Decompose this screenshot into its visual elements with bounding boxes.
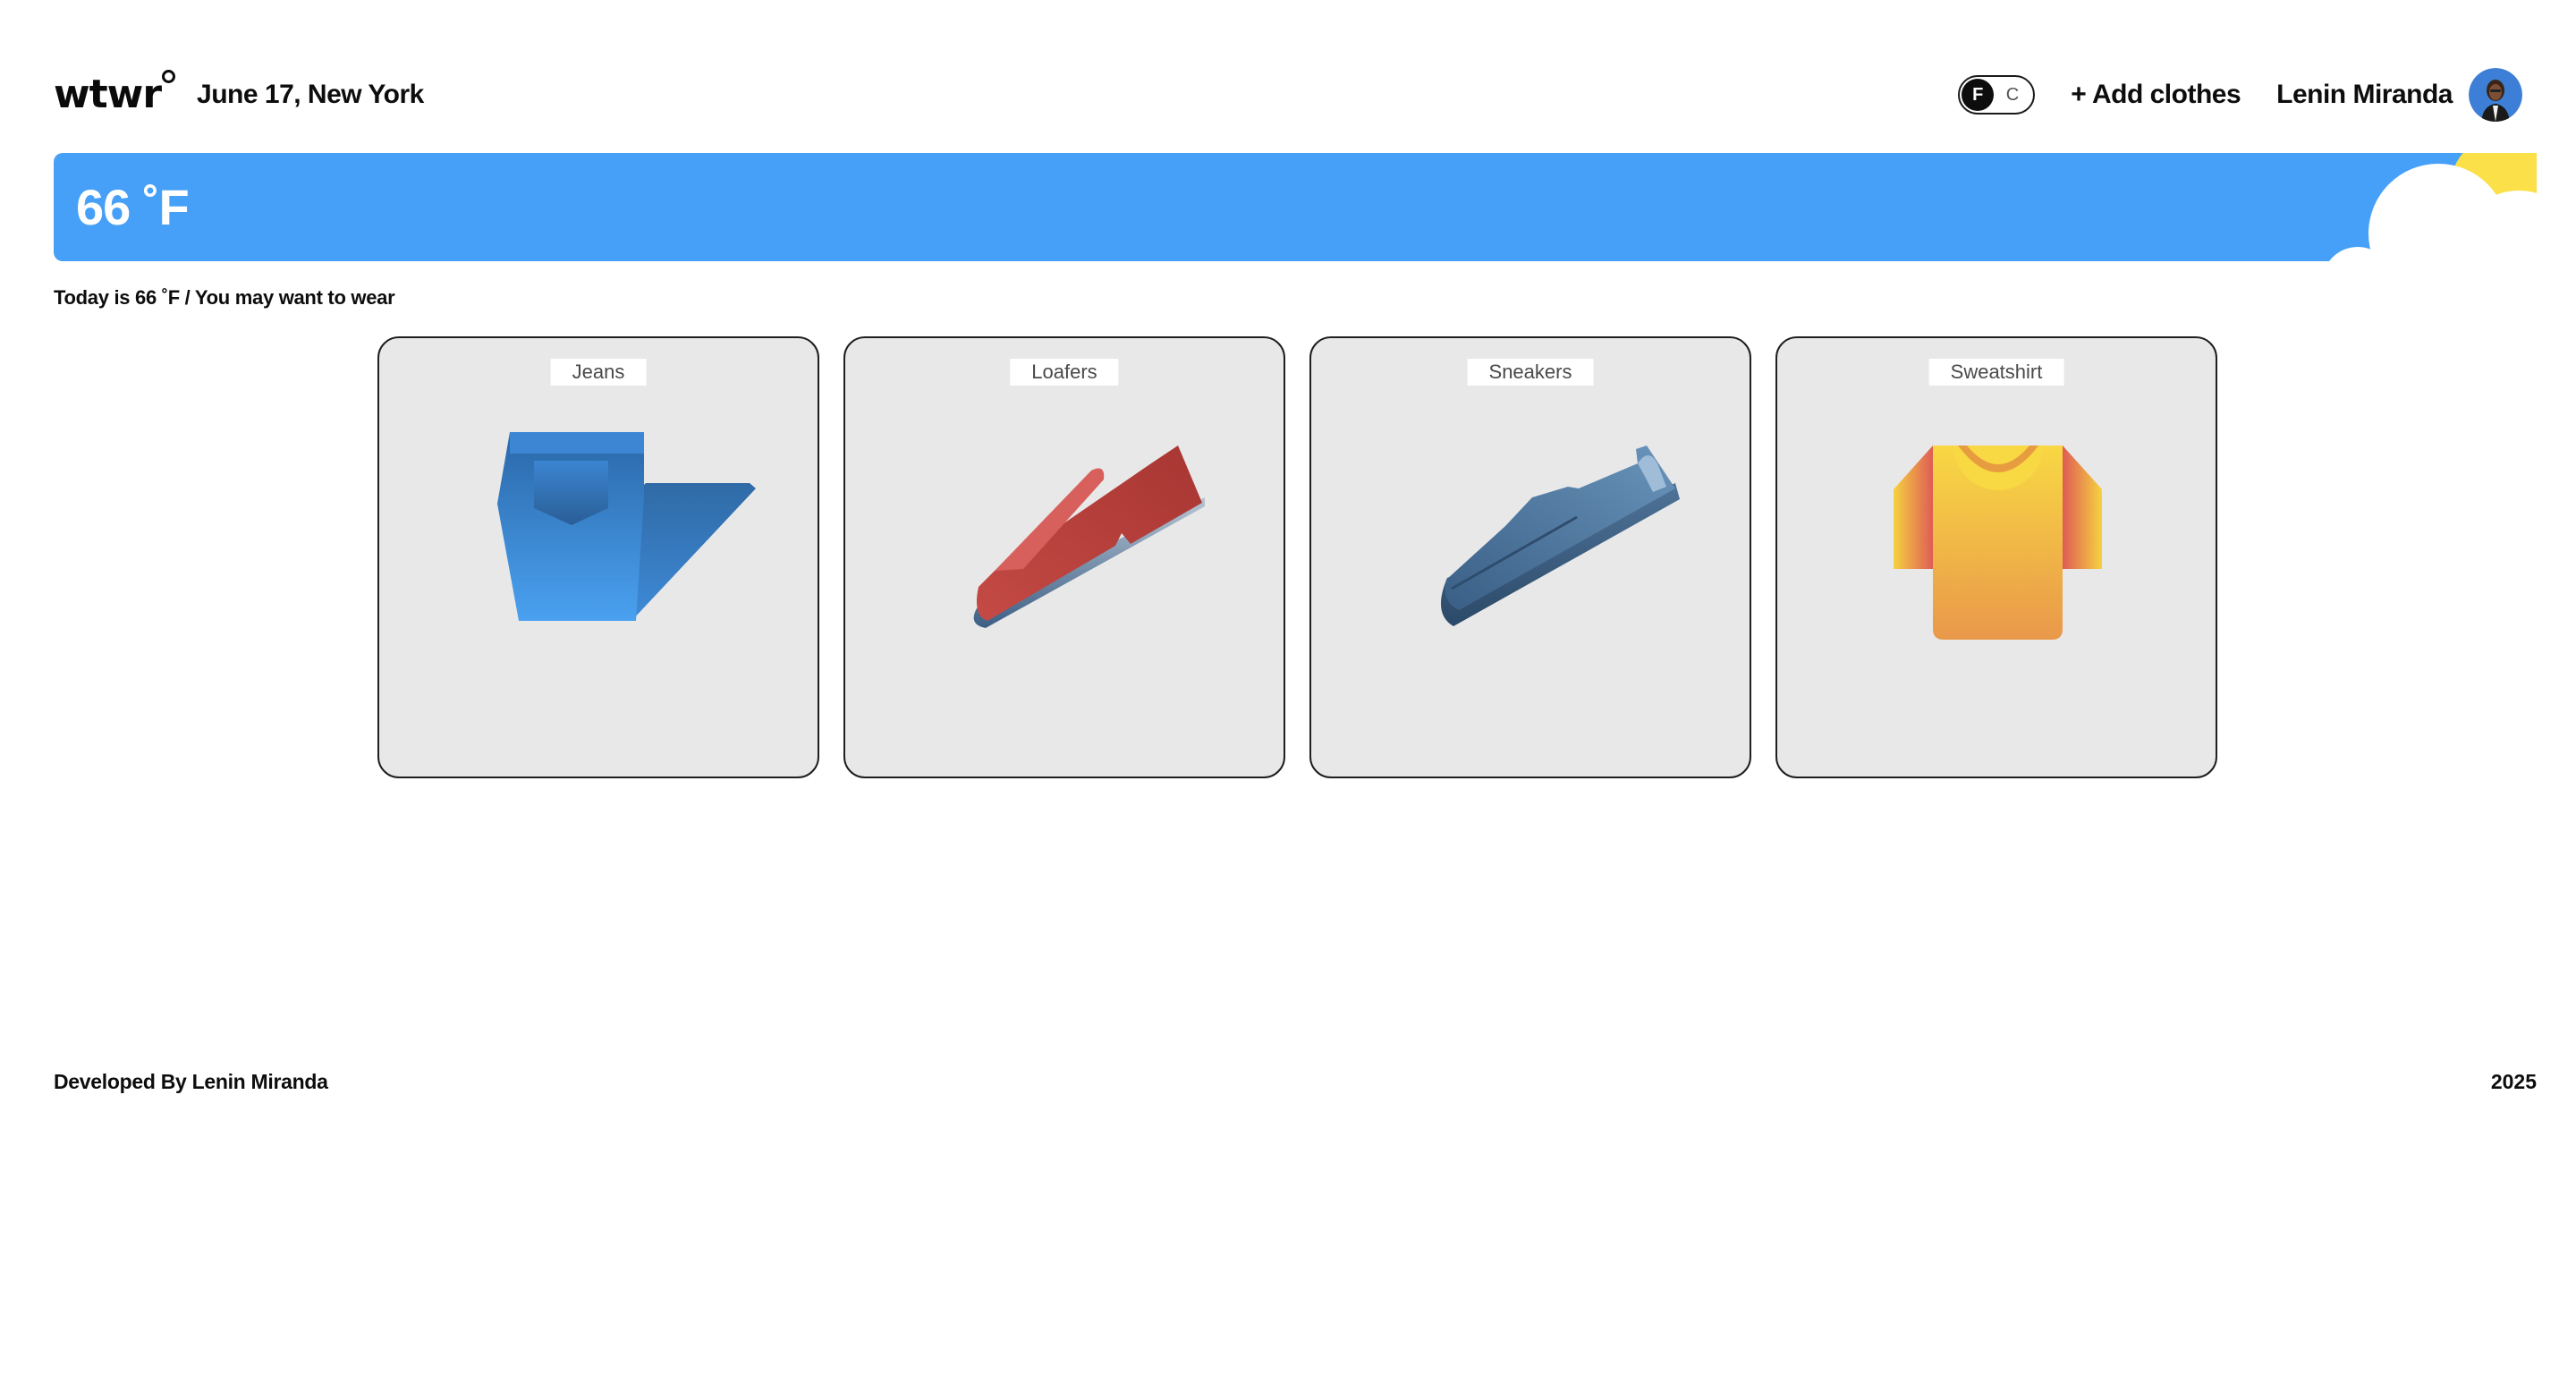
footer-year: 2025 xyxy=(2490,1070,2537,1093)
card-label: Sweatshirt xyxy=(1928,359,2064,386)
sneakers-icon xyxy=(1440,446,1680,626)
card-label: Jeans xyxy=(550,359,647,386)
card-label: Sneakers xyxy=(1467,359,1594,386)
date-location: June 17, New York xyxy=(197,80,424,109)
clothing-suggestion-text: Today is 66 ˚F / You may want to wear xyxy=(54,286,395,309)
header-right: F C + Add clothes Lenin Miranda xyxy=(1958,68,2522,122)
unit-toggle-inactive: C xyxy=(2005,85,2020,105)
jeans-icon xyxy=(497,432,756,621)
temperature-display: 66 ˚F xyxy=(76,179,190,235)
user-name[interactable]: Lenin Miranda xyxy=(2276,80,2453,110)
sweatshirt-icon xyxy=(1894,446,2102,640)
avatar[interactable] xyxy=(2469,68,2522,122)
header-left: wtwr June 17, New York xyxy=(54,70,424,117)
clothing-card-sweatshirt[interactable]: Sweatshirt xyxy=(1775,336,2217,778)
avatar-image xyxy=(2469,68,2522,122)
temperature-unit-toggle[interactable]: F C xyxy=(1958,75,2036,115)
logo-degree-mark xyxy=(162,70,176,83)
clothing-card-sneakers[interactable]: Sneakers xyxy=(1309,336,1751,778)
footer-developer-credit: Developed By Lenin Miranda xyxy=(54,1070,328,1093)
loafers-icon xyxy=(973,446,1205,628)
card-label: Loafers xyxy=(1010,359,1119,386)
header: wtwr June 17, New York F C + Add clothes… xyxy=(54,66,2522,123)
clothing-card-jeans[interactable]: Jeans xyxy=(377,336,819,778)
add-clothes-button[interactable]: + Add clothes xyxy=(2071,80,2241,110)
logo-text: wtwr xyxy=(54,72,162,117)
logo[interactable]: wtwr xyxy=(54,70,176,117)
clothing-cards: Jeans Loafers Sneakers Sweatshirt xyxy=(377,336,2217,778)
unit-toggle-active: F xyxy=(1962,79,1995,111)
weather-condition-art xyxy=(2329,153,2537,261)
clothing-card-loafers[interactable]: Loafers xyxy=(843,336,1285,778)
weather-banner: 66 ˚F xyxy=(54,153,2537,261)
